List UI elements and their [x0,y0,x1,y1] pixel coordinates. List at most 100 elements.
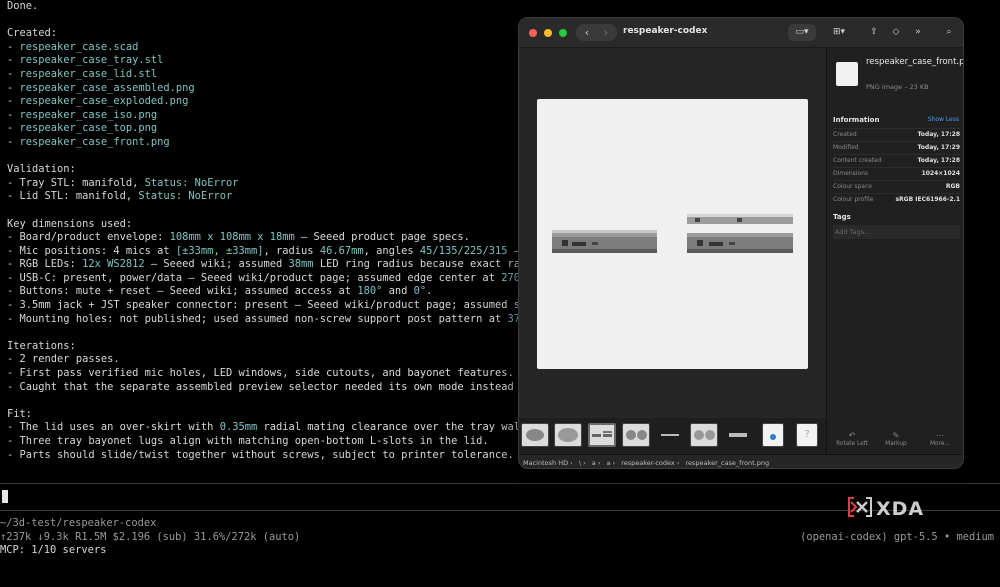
rotate-left-button[interactable]: ↶ Rotate Left [830,430,874,447]
file-type: PNG image – 23 KB [866,83,929,91]
chevron-left-icon[interactable]: ‹ [577,24,597,41]
more-icon: ⋯ [936,431,944,440]
path-item[interactable]: respeaker-codex [621,459,675,467]
tag-icon[interactable]: ◇ [887,24,905,41]
finder-quicklook-window[interactable]: ‹ › respeaker-codex ▭▾ ⊞▾ ⇪ ◇ » ⌕ ? Maci… [518,17,964,469]
highlighted-text: 180° [357,285,383,298]
highlighted-text: 0.35mm [219,421,258,434]
thumbnail-item[interactable] [690,423,718,447]
info-row: Colour space RGB [833,180,960,192]
markup-button[interactable]: ✎ Markup [874,430,918,447]
highlighted-text: respeaker_case_iso.png [19,108,158,121]
terminal-text: - 2 render passes. [7,353,120,366]
thumbnail-item[interactable] [622,423,650,447]
preview-pane [519,48,826,438]
more-button[interactable]: ⋯ More... [918,430,962,447]
highlighted-text: Status: NoError [144,176,239,189]
terminal-line: - respeaker_case_top.png [7,122,564,136]
thumbnail-document-icon[interactable] [762,423,784,447]
rotate-left-icon: ↶ [848,431,856,440]
info-row: Modified Today, 17:29 [833,141,960,153]
highlighted-text: 38mm [288,258,314,271]
view-mode-icon[interactable]: ▭▾ [788,24,816,41]
navigation-group: ‹ › [576,24,617,41]
share-icon[interactable]: ⇪ [865,24,883,41]
path-item[interactable]: respeaker_case_front.png [686,459,770,467]
case-front-render-image [537,99,808,369]
svg-text:XDA: XDA [876,498,924,520]
terminal-line: - 3.5mm jack + JST speaker connector: pr… [7,299,564,313]
highlighted-text: 45/135/225/315 [419,244,508,257]
info-sidebar: respeaker_case_front.png PNG image – 23 … [826,48,964,454]
terminal-text: - [7,67,20,80]
terminal-line: - respeaker_case_tray.stl [7,54,564,68]
show-less-link[interactable]: Show Less [928,116,959,123]
terminal-text: - The lid uses an over-skirt with [7,421,220,434]
highlighted-text: respeaker_case.scad [19,40,139,53]
chevron-right-more-icon[interactable]: » [909,24,927,41]
terminal-text: , angles [363,244,420,257]
terminal-text: - [7,122,20,135]
tags-input[interactable]: Add Tags... [833,225,960,239]
path-bar: Macintosh HD › \ › a › a › respeaker-cod… [519,454,963,468]
terminal-line: - respeaker_case_front.png [7,136,564,150]
path-item[interactable]: a [592,459,596,467]
terminal-text: Created: [7,27,58,40]
terminal-text: - [7,135,20,148]
terminal-text: - Lid STL: manifold, [7,190,139,203]
terminal-line: - respeaker_case_exploded.png [7,95,564,109]
path-item[interactable]: a [606,459,610,467]
thumbnail-strip: ? [519,418,826,452]
terminal-line: - respeaker_case_assembled.png [7,82,564,96]
search-icon[interactable]: ⌕ [939,24,959,41]
highlighted-text: respeaker_case_exploded.png [19,95,189,108]
terminal-text: - Tray STL: manifold, [7,176,145,189]
terminal-line: - Buttons: mute + reset — Seeed wiki; as… [7,285,564,299]
info-row: Dimensions 1024×1024 [833,167,960,179]
text-cursor[interactable] [2,490,8,503]
model-indicator: (openai-codex) gpt-5.5 • medium [800,531,994,543]
path-item[interactable]: \ [579,459,581,467]
minimize-button[interactable] [544,29,552,37]
file-name: respeaker_case_front.png [866,57,964,67]
highlighted-text: Status: NoError [138,190,233,203]
terminal-line: - Caught that the separate assembled pre… [7,381,564,395]
terminal-text: , radius [263,244,320,257]
terminal-line: - The lid uses an over-skirt with 0.35mm… [7,421,564,435]
terminal-text: . [426,285,433,298]
terminal-line: - Tray STL: manifold, Status: NoError [7,177,564,191]
terminal-line: - respeaker_case.scad [7,41,564,55]
thumbnail-unknown-file-icon[interactable]: ? [796,423,818,447]
terminal-line: - Three tray bayonet lugs align with mat… [7,435,564,449]
thumbnail-item-selected[interactable] [588,423,616,447]
close-button[interactable] [529,29,537,37]
terminal-line: - Mounting holes: not published; used as… [7,313,564,327]
thumbnail-item[interactable] [724,423,752,447]
terminal-text: radial mating clearance over the tray wa… [257,421,533,434]
thumbnail-item[interactable] [554,423,582,447]
terminal-line: Key dimensions used: [7,218,564,232]
terminal-line: Validation: [7,163,564,177]
terminal-line: - respeaker_case_lid.stl [7,68,564,82]
thumbnail-item[interactable] [521,423,549,447]
window-title: respeaker-codex [623,26,708,36]
information-heading: Information [833,116,880,124]
terminal-text: - Mic positions: 4 mics at [7,244,176,257]
terminal-text: - [7,81,20,94]
terminal-text: - Three tray bayonet lugs align with mat… [7,435,489,447]
terminal-line: Done. [7,0,564,14]
highlighted-text: respeaker_case_top.png [19,122,158,135]
highlighted-text: respeaker_case_tray.stl [19,54,164,67]
tags-heading: Tags [833,213,851,221]
terminal-text: - [7,95,20,108]
group-icon[interactable]: ⊞▾ [827,24,851,41]
zoom-button[interactable] [559,29,567,37]
highlighted-text: 12x WS2812 [82,258,145,271]
chevron-right-icon[interactable]: › [596,24,616,41]
thumbnail-item[interactable] [656,423,684,447]
working-directory: ~/3d-test/respeaker-codex [0,517,157,529]
path-item[interactable]: Macintosh HD [523,459,568,467]
